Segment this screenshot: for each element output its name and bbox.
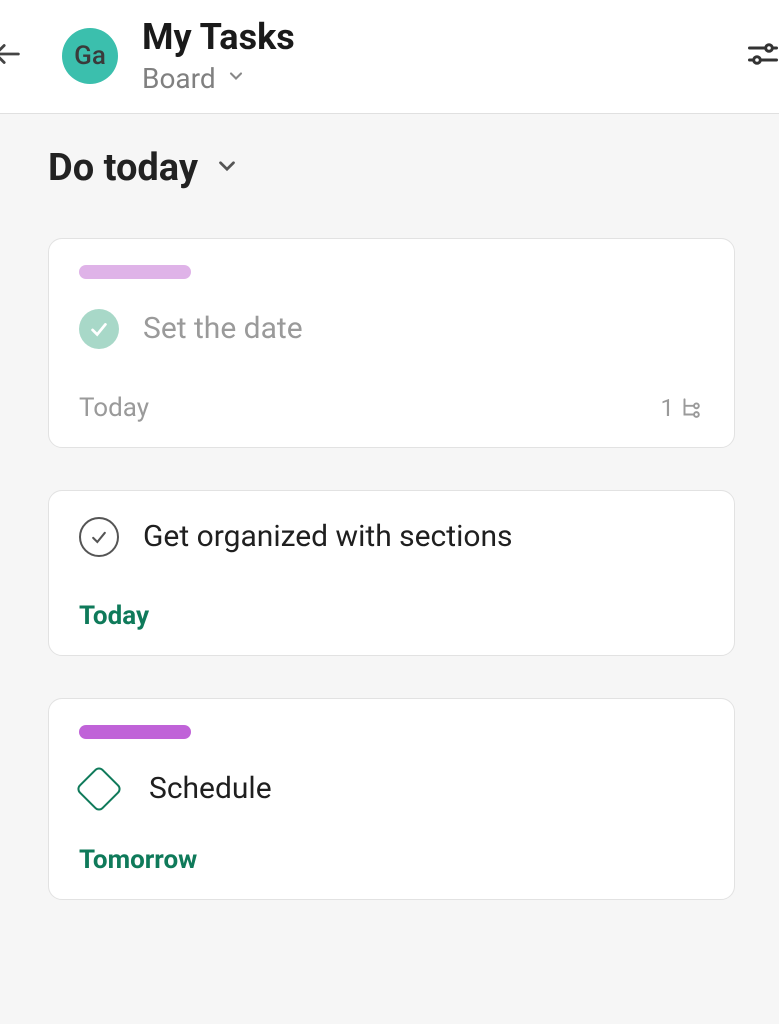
chevron-down-icon xyxy=(214,153,240,183)
task-row: Get organized with sections xyxy=(79,517,704,557)
chevron-down-icon xyxy=(226,66,246,90)
avatar[interactable]: Ga xyxy=(62,28,118,84)
project-tag xyxy=(79,265,191,279)
filter-settings-icon[interactable] xyxy=(745,36,779,76)
task-title: Schedule xyxy=(149,771,272,806)
incomplete-check-icon[interactable] xyxy=(79,517,119,557)
due-date-label: Today xyxy=(79,601,149,631)
section-title: Do today xyxy=(48,146,198,190)
page-title: My Tasks xyxy=(142,18,295,58)
board-content: Do today Set the date Today 1 xyxy=(0,114,779,900)
task-card[interactable]: Schedule Tomorrow xyxy=(48,698,735,900)
task-title: Set the date xyxy=(143,311,303,346)
due-date-label: Today xyxy=(79,393,149,423)
task-card[interactable]: Set the date Today 1 xyxy=(48,238,735,448)
section-header[interactable]: Do today xyxy=(48,146,735,190)
app-header: Ga My Tasks Board xyxy=(0,0,779,114)
card-footer: Today 1 xyxy=(79,393,704,423)
task-title: Get organized with sections xyxy=(143,519,513,554)
view-switcher[interactable]: Board xyxy=(142,62,295,95)
task-row: Schedule xyxy=(79,769,704,809)
task-card[interactable]: Get organized with sections Today xyxy=(48,490,735,656)
task-row: Set the date xyxy=(79,309,704,349)
back-arrow-icon[interactable] xyxy=(0,37,24,75)
project-tag xyxy=(79,725,191,739)
due-date-label: Tomorrow xyxy=(79,845,197,875)
complete-check-icon[interactable] xyxy=(79,309,119,349)
header-titles: My Tasks Board xyxy=(142,18,295,95)
milestone-diamond-icon[interactable] xyxy=(75,765,123,813)
subtask-count: 1 xyxy=(661,394,675,422)
view-label: Board xyxy=(142,62,216,95)
avatar-initials: Ga xyxy=(74,41,106,71)
card-footer: Today xyxy=(79,601,704,631)
card-footer: Tomorrow xyxy=(79,845,704,875)
subtask-icon xyxy=(678,395,704,421)
subtask-count-badge: 1 xyxy=(661,394,705,422)
